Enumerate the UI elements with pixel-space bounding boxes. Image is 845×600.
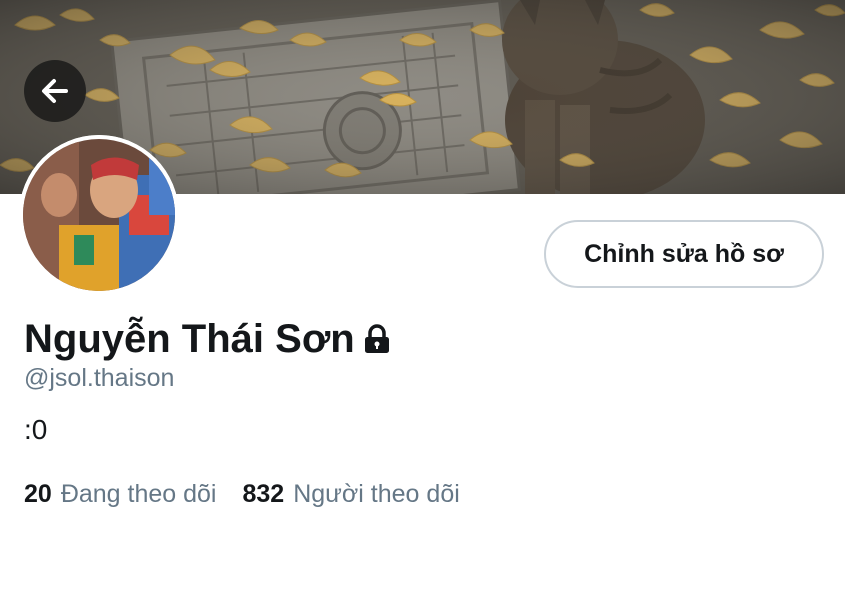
display-name: Nguyễn Thái Sơn [24,316,355,361]
followers-label: Người theo dõi [293,480,460,508]
profile-stats: 20 Đang theo dõi 832 Người theo dõi [24,480,460,509]
followers-count: 832 [242,480,285,508]
bio: :0 [24,414,48,445]
edit-profile-button[interactable]: Chỉnh sửa hồ sơ [544,220,824,288]
edit-profile-label: Chỉnh sửa hồ sơ [584,239,784,268]
lock-icon [361,323,393,355]
avatar[interactable] [19,135,179,295]
avatar-photo [19,135,179,295]
following-label: Đang theo dõi [60,480,217,508]
following-count: 20 [24,480,52,508]
following-stat[interactable]: 20 Đang theo dõi [24,480,217,509]
display-name-row: Nguyễn Thái Sơn [24,312,393,366]
arrow-left-icon [38,74,72,108]
profile-page: Chỉnh sửa hồ sơ Nguyễn Thái Sơn @jsol.th… [0,0,845,600]
followers-stat[interactable]: 832 Người theo dõi [243,480,460,509]
back-button[interactable] [24,60,86,122]
username: @jsol.thaison [24,364,175,392]
